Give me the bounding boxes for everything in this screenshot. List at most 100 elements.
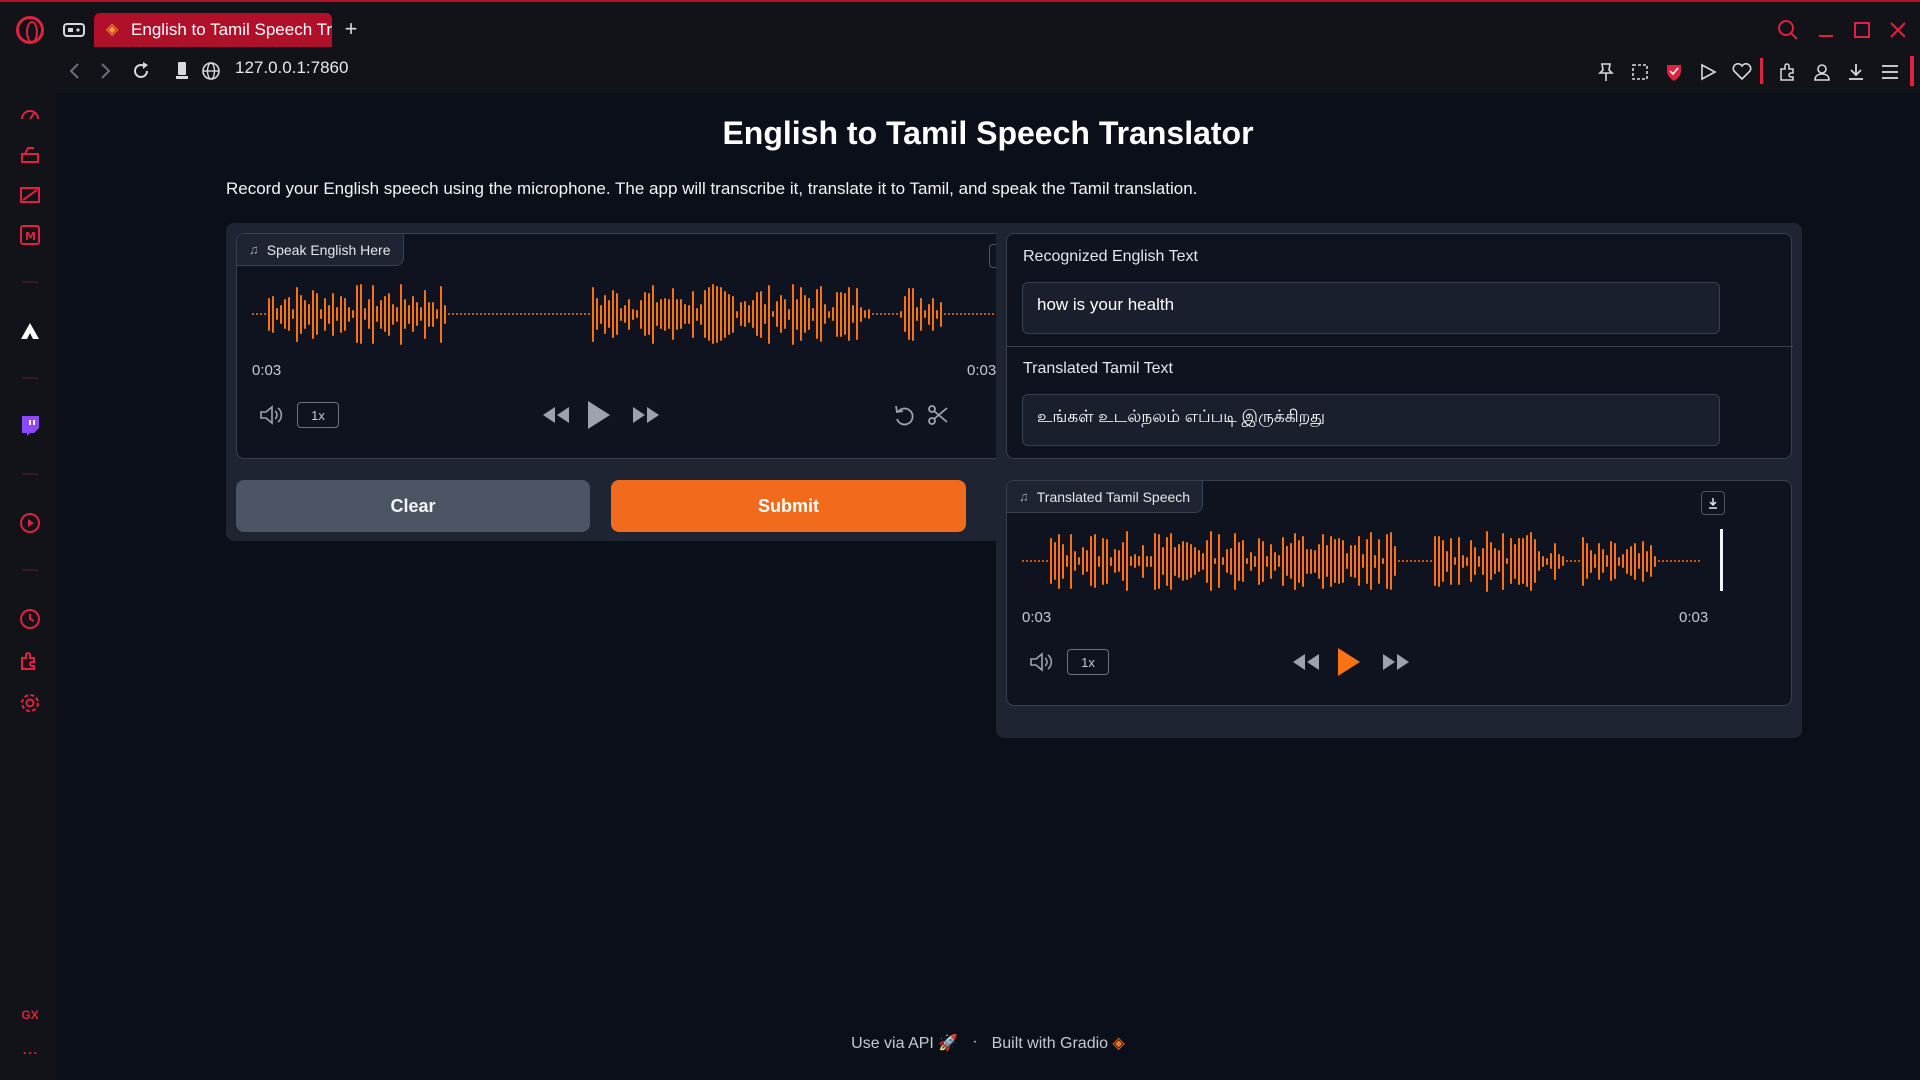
snapshot-icon[interactable] xyxy=(1628,60,1652,84)
waveform-bar xyxy=(896,313,898,315)
reload-icon[interactable] xyxy=(130,60,152,82)
built-with-gradio-link[interactable]: Built with Gradio ◈ xyxy=(992,1033,1125,1053)
waveform-bar xyxy=(736,310,738,318)
shield-icon[interactable] xyxy=(1662,60,1686,84)
waveform-bar xyxy=(860,306,862,322)
waveform-bar xyxy=(848,287,850,341)
waveform-bar xyxy=(396,306,398,322)
gx-store-icon[interactable] xyxy=(18,183,42,207)
minimize-icon[interactable] xyxy=(1814,18,1838,42)
download-audio-icon[interactable] xyxy=(1701,491,1725,515)
search-icon[interactable] xyxy=(1776,18,1800,42)
waveform-bar xyxy=(1666,560,1668,562)
waveform-bar xyxy=(1498,550,1500,572)
heart-icon[interactable] xyxy=(1730,60,1754,84)
waveform-bar xyxy=(1274,551,1276,571)
menu-icon[interactable] xyxy=(1878,60,1902,84)
tab-active[interactable]: ◈ English to Tamil Speech Tr xyxy=(94,13,332,47)
waveform-bar xyxy=(252,313,254,315)
waveform-bar xyxy=(900,310,902,318)
tab-row: ◈ English to Tamil Speech Tr + xyxy=(0,4,1920,56)
undo-icon[interactable] xyxy=(889,400,919,430)
playhead[interactable] xyxy=(1720,529,1723,591)
settings-gear-icon[interactable] xyxy=(18,691,42,715)
tamil-text-label: Translated Tamil Text xyxy=(1023,360,1173,377)
waveform-bar xyxy=(1250,551,1252,571)
back-icon[interactable] xyxy=(64,60,84,82)
speed-dial-icon[interactable] xyxy=(172,60,192,82)
twitch-icon[interactable] xyxy=(18,413,42,437)
waveform-bar xyxy=(1162,547,1164,575)
volume-icon[interactable] xyxy=(257,400,287,430)
play-icon[interactable] xyxy=(1333,643,1365,681)
waveform-bar xyxy=(328,304,330,324)
waveform-bar xyxy=(300,294,302,334)
english-text-output[interactable]: how is your health xyxy=(1022,282,1720,334)
waveform-bar xyxy=(1694,560,1696,562)
waveform-bar xyxy=(600,304,602,324)
gaming-controller-icon[interactable] xyxy=(62,20,86,40)
gx-control-icon[interactable]: GX xyxy=(18,1003,42,1027)
waveform-bar xyxy=(1466,556,1468,566)
fast-forward-icon[interactable] xyxy=(1379,647,1413,677)
tamil-text-output[interactable]: உங்கள் உடல்நலம் எப்படி இருக்கிறது xyxy=(1022,394,1720,446)
waveform-bar xyxy=(680,299,682,329)
forward-icon[interactable] xyxy=(96,60,116,82)
waveform-bar xyxy=(432,301,434,327)
waveform-bar xyxy=(1318,543,1320,579)
waveform-bar xyxy=(552,313,554,315)
scissors-trim-icon[interactable] xyxy=(923,400,953,430)
address-bar-url[interactable]: 127.0.0.1:7860 xyxy=(235,58,348,78)
close-window-icon[interactable] xyxy=(1886,18,1910,42)
waveform-bar xyxy=(1226,549,1228,573)
fast-forward-icon[interactable] xyxy=(629,400,663,430)
history-icon[interactable] xyxy=(18,607,42,631)
player-icon[interactable] xyxy=(18,511,42,535)
waveform-bar xyxy=(1378,538,1380,584)
waveform-bar xyxy=(1410,560,1412,562)
send-icon[interactable] xyxy=(1696,60,1720,84)
playback-rate-button[interactable]: 1x xyxy=(297,402,339,428)
opera-logo-icon[interactable] xyxy=(16,16,44,44)
extensions-icon[interactable] xyxy=(1776,60,1800,84)
aria-icon[interactable] xyxy=(18,319,42,343)
play-icon[interactable] xyxy=(583,396,615,434)
output-waveform[interactable] xyxy=(1022,525,1712,597)
playback-rate-button[interactable]: 1x xyxy=(1067,649,1109,675)
waveform-bar xyxy=(1698,560,1700,562)
new-tab-button[interactable]: + xyxy=(340,16,362,41)
rewind-icon[interactable] xyxy=(539,400,573,430)
waveform-bar xyxy=(1262,540,1264,582)
messenger-icon[interactable]: M xyxy=(18,223,42,247)
waveform-bar xyxy=(1026,560,1028,562)
waveform-bar xyxy=(872,313,874,315)
speedometer-icon[interactable] xyxy=(18,103,42,127)
waveform-bar xyxy=(1166,536,1168,586)
waveform-bar xyxy=(316,293,318,335)
more-icon[interactable]: ⋯ xyxy=(18,1041,42,1065)
waveform-bar xyxy=(1542,555,1544,567)
volume-icon[interactable] xyxy=(1027,647,1057,677)
waveform-bar xyxy=(1222,557,1224,565)
rewind-icon[interactable] xyxy=(1289,647,1323,677)
clear-button[interactable]: Clear xyxy=(236,480,590,532)
waveform-bar xyxy=(1518,537,1520,585)
submit-button[interactable]: Submit xyxy=(611,480,966,532)
pin-icon[interactable] xyxy=(1594,60,1618,84)
waveform-bar xyxy=(1110,556,1112,566)
extensions-sidebar-icon[interactable] xyxy=(18,649,42,673)
use-via-api-link[interactable]: Use via API 🚀 xyxy=(851,1033,958,1053)
waveform-bar xyxy=(904,296,906,332)
input-waveform[interactable] xyxy=(252,278,1012,350)
waveform-bar xyxy=(260,313,262,315)
profile-icon[interactable] xyxy=(1810,60,1834,84)
gx-corner-icon[interactable] xyxy=(18,143,42,167)
waveform-bar xyxy=(684,304,686,324)
download-icon[interactable] xyxy=(1844,60,1868,84)
waveform-bar xyxy=(332,292,334,336)
maximize-icon[interactable] xyxy=(1850,18,1874,42)
waveform-bar xyxy=(460,313,462,315)
waveform-bar xyxy=(888,313,890,315)
waveform-bar xyxy=(1098,555,1100,567)
gradio-logo-icon: ◈ xyxy=(1112,1035,1125,1052)
